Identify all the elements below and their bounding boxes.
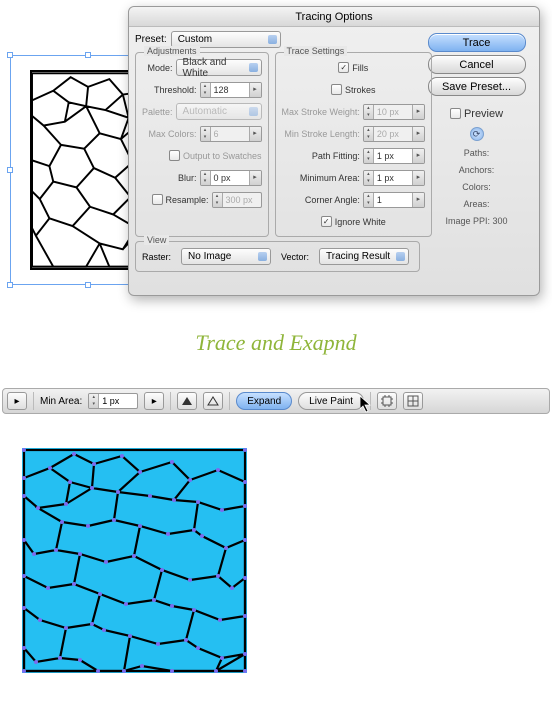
tracing-options-dialog: Tracing Options Preset: Custom Adjustmen… [128, 6, 540, 296]
stats-colors: Colors: [462, 180, 491, 194]
adjustments-title: Adjustments [144, 46, 200, 56]
minimum-area-input[interactable]: ▴▾1 px▸ [363, 170, 425, 186]
stats-anchors: Anchors: [459, 163, 495, 177]
preview-checkbox[interactable] [450, 108, 461, 119]
palette-select: Automatic [176, 103, 262, 120]
slider-flyout-icon[interactable]: ▸ [144, 392, 164, 410]
strokes-checkbox[interactable] [331, 84, 342, 95]
grid-icon[interactable] [403, 392, 423, 410]
trace-button[interactable]: Trace [428, 33, 526, 52]
step-caption: Trace and Exapnd [0, 330, 552, 356]
max-stroke-weight-input: ▴▾10 px▸ [363, 104, 425, 120]
toolbar-menu-icon[interactable]: ▸ [7, 392, 27, 410]
dialog-title: Tracing Options [129, 7, 539, 27]
fill-preview-icon[interactable] [177, 392, 197, 410]
ignore-white-checkbox[interactable]: ✓ [321, 216, 332, 227]
threshold-input[interactable]: ▴▾128▸ [200, 82, 262, 98]
maxcolors-input: ▴▾6▸ [200, 126, 262, 142]
trace-settings-title: Trace Settings [284, 46, 348, 56]
preset-label: Preset: [135, 34, 167, 45]
view-title: View [144, 235, 169, 245]
resample-checkbox[interactable] [152, 194, 163, 205]
toolbar: ▸ Min Area: ▴▾1 px ▸ Expand Live Paint [2, 388, 550, 414]
min-area-label: Min Area: [40, 396, 82, 407]
stats-ppi: Image PPI: 300 [445, 214, 507, 228]
corner-angle-input[interactable]: ▴▾1▸ [363, 192, 425, 208]
stroke-preview-icon[interactable] [203, 392, 223, 410]
min-stroke-length-input: ▴▾20 px▸ [363, 126, 425, 142]
stats-paths: Paths: [464, 146, 490, 160]
path-fitting-input[interactable]: ▴▾1 px▸ [363, 148, 425, 164]
output-swatches-checkbox [169, 150, 180, 161]
stats-areas: Areas: [463, 197, 489, 211]
save-preset-button[interactable]: Save Preset... [428, 77, 526, 96]
live-paint-button[interactable]: Live Paint [298, 392, 364, 410]
vector-select[interactable]: Tracing Result [319, 248, 409, 265]
fills-checkbox[interactable]: ✓ [338, 62, 349, 73]
mode-select[interactable]: Black and White [176, 59, 262, 76]
raster-select[interactable]: No Image [181, 248, 271, 265]
voronoi-artwork-expanded [22, 448, 247, 673]
cancel-button[interactable]: Cancel [428, 55, 526, 74]
resample-input: ▴▾300 px [212, 192, 262, 208]
toolbar-min-area-input[interactable]: ▴▾1 px [88, 393, 138, 409]
crop-icon[interactable] [377, 392, 397, 410]
info-icon[interactable]: ⟳ [470, 127, 484, 141]
expand-button[interactable]: Expand [236, 392, 292, 410]
blur-input[interactable]: ▴▾0 px▸ [200, 170, 262, 186]
